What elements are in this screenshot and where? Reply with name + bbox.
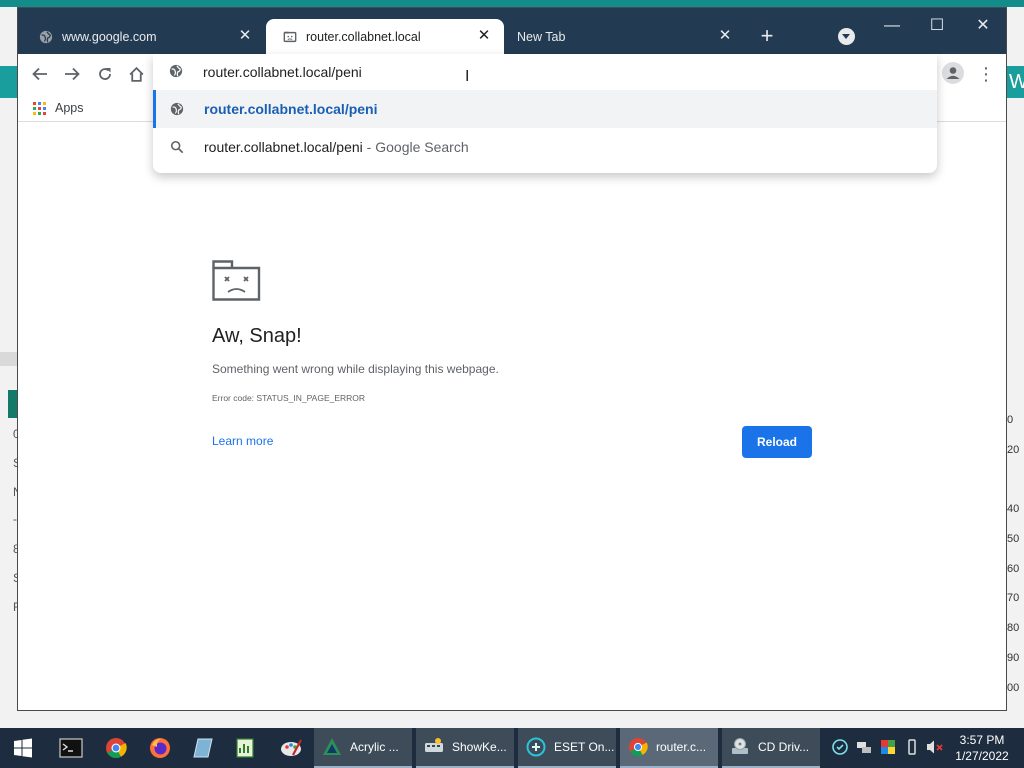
error-message: Something went wrong while displaying th… bbox=[212, 362, 499, 376]
background-window-heading: W bbox=[1006, 66, 1024, 98]
suggestion-text: router.collabnet.local/peni - Google Sea… bbox=[204, 139, 469, 155]
background-number: 0 bbox=[1007, 414, 1014, 426]
taskbar-app-cd-drive[interactable]: CD Driv... bbox=[722, 728, 820, 768]
back-arrow-icon bbox=[32, 67, 47, 81]
suggestion-query: router.collabnet.local/peni bbox=[204, 139, 363, 155]
chrome-pinned-icon[interactable] bbox=[101, 733, 131, 763]
tab-new-tab[interactable]: New Tab ✕ bbox=[505, 19, 745, 54]
close-tab-icon[interactable]: ✕ bbox=[476, 28, 492, 44]
clock-time: 3:57 PM bbox=[959, 733, 1005, 747]
apps-label: Apps bbox=[55, 101, 84, 115]
clock-date: 1/27/2022 bbox=[955, 749, 1009, 763]
taskbar-app-label: ShowKe... bbox=[452, 740, 507, 754]
reload-toolbar-button[interactable] bbox=[93, 62, 117, 86]
network-tray-icon[interactable] bbox=[856, 739, 872, 755]
tab-search-dropdown-icon[interactable] bbox=[838, 28, 855, 45]
close-tab-icon[interactable]: ✕ bbox=[237, 28, 253, 44]
notes-pinned-icon[interactable] bbox=[189, 733, 219, 763]
taskbar-app-chrome[interactable]: router.c... bbox=[620, 728, 718, 768]
background-window-bar-left bbox=[0, 66, 18, 98]
taskbar-app-acrylic[interactable]: Acrylic ... bbox=[314, 728, 412, 768]
globe-icon bbox=[38, 29, 54, 45]
background-number: 40 bbox=[1007, 503, 1020, 515]
sad-tab-illustration bbox=[212, 260, 262, 302]
background-number: 50 bbox=[1007, 533, 1020, 545]
taskbar-app-showkeys[interactable]: ShowKe... bbox=[416, 728, 514, 768]
color-tray-icon[interactable] bbox=[880, 739, 896, 755]
refresh-icon bbox=[99, 68, 111, 80]
background-strip bbox=[0, 352, 18, 366]
eset-icon bbox=[526, 737, 546, 757]
forward-button[interactable] bbox=[60, 62, 84, 86]
address-input[interactable] bbox=[203, 62, 803, 82]
taskbar-app-eset[interactable]: ESET On... bbox=[518, 728, 616, 768]
tab-router-collabnet[interactable]: router.collabnet.local ✕ bbox=[266, 19, 504, 54]
background-window-header bbox=[0, 0, 1024, 7]
suggestion-separator: - bbox=[362, 139, 376, 155]
tab-title: www.google.com bbox=[62, 29, 157, 44]
sad-tab-icon bbox=[282, 29, 298, 45]
omnibox[interactable]: I bbox=[153, 54, 937, 90]
chrome-icon bbox=[628, 737, 648, 757]
taskbar-app-label: router.c... bbox=[656, 740, 707, 754]
search-icon bbox=[169, 139, 185, 155]
maximize-button[interactable]: ☐ bbox=[923, 14, 951, 38]
paint-pinned-icon[interactable] bbox=[276, 733, 306, 763]
start-button[interactable] bbox=[8, 733, 38, 763]
minimize-button[interactable]: — bbox=[878, 14, 906, 38]
taskbar-app-label: CD Driv... bbox=[758, 740, 810, 754]
apps-shortcut[interactable]: Apps bbox=[33, 98, 84, 118]
apps-grid-icon bbox=[33, 101, 46, 115]
new-tab-button[interactable]: + bbox=[756, 25, 778, 47]
background-number: 00 bbox=[1007, 682, 1020, 694]
home-button[interactable] bbox=[124, 62, 148, 86]
usb-tray-icon[interactable] bbox=[904, 739, 920, 755]
chrome-window: www.google.com ✕ router.collabnet.local … bbox=[17, 7, 1007, 711]
acrylic-icon bbox=[323, 738, 341, 755]
person-icon bbox=[946, 67, 960, 79]
background-number: 60 bbox=[1007, 563, 1020, 575]
home-icon bbox=[128, 66, 144, 82]
error-title: Aw, Snap! bbox=[212, 325, 302, 347]
suggestion-provider: Google Search bbox=[375, 139, 469, 155]
tab-title: router.collabnet.local bbox=[306, 29, 421, 44]
cd-drive-icon bbox=[732, 738, 748, 754]
close-tab-icon[interactable]: ✕ bbox=[717, 28, 733, 44]
taskbar-app-label: Acrylic ... bbox=[350, 740, 399, 754]
spreadsheet-pinned-icon[interactable] bbox=[230, 733, 260, 763]
firefox-pinned-icon[interactable] bbox=[145, 733, 175, 763]
reload-button[interactable]: Reload bbox=[742, 426, 812, 458]
windows-logo-icon bbox=[14, 738, 32, 758]
taskbar-app-label: ESET On... bbox=[554, 740, 615, 754]
background-number: 70 bbox=[1007, 592, 1020, 604]
background-number: 90 bbox=[1007, 652, 1020, 664]
chrome-menu-button[interactable]: ⋮ bbox=[976, 62, 996, 86]
system-clock[interactable]: 3:57 PM 1/27/2022 bbox=[950, 732, 1014, 764]
selection-indicator bbox=[153, 90, 156, 128]
taskbar: Acrylic ... ShowKe... ESET On... router.… bbox=[0, 728, 1024, 768]
tab-strip: www.google.com ✕ router.collabnet.local … bbox=[18, 8, 1006, 54]
showkeys-icon bbox=[425, 738, 443, 752]
error-code: Error code: STATUS_IN_PAGE_ERROR bbox=[212, 393, 366, 403]
forward-arrow-icon bbox=[65, 67, 80, 81]
omnibox-dropdown: I router.collabnet.local/peni router.col… bbox=[153, 54, 937, 173]
tab-google[interactable]: www.google.com ✕ bbox=[22, 19, 265, 54]
globe-icon bbox=[169, 64, 183, 83]
learn-more-link[interactable]: Learn more bbox=[212, 434, 273, 448]
omnibox-suggestion-url[interactable]: router.collabnet.local/peni bbox=[153, 90, 937, 128]
volume-muted-icon[interactable] bbox=[926, 739, 943, 755]
omnibox-suggestion-search[interactable]: router.collabnet.local/peni - Google Sea… bbox=[153, 128, 937, 166]
back-button[interactable] bbox=[28, 62, 52, 86]
background-number: 20 bbox=[1007, 444, 1020, 456]
close-window-button[interactable]: ✕ bbox=[969, 14, 997, 38]
profile-avatar-button[interactable] bbox=[942, 62, 964, 84]
terminal-pinned-icon[interactable] bbox=[56, 733, 86, 763]
shield-tray-icon[interactable] bbox=[832, 739, 848, 755]
suggestion-text: router.collabnet.local/peni bbox=[204, 101, 378, 117]
tab-title: New Tab bbox=[517, 29, 566, 44]
globe-icon bbox=[169, 101, 185, 117]
text-cursor-icon: I bbox=[465, 68, 470, 85]
background-number: 80 bbox=[1007, 622, 1020, 634]
